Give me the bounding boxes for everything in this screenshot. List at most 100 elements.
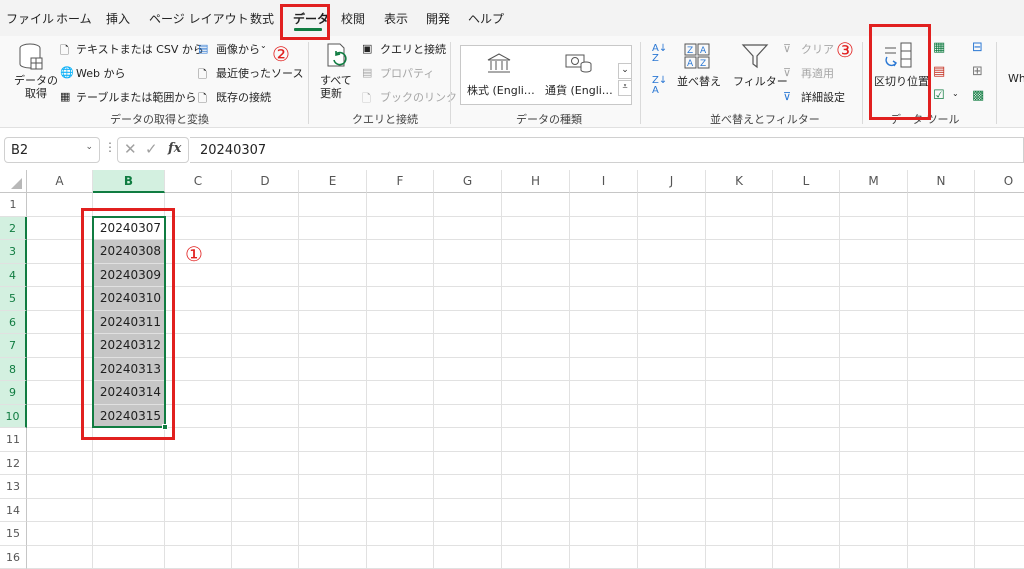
properties-button[interactable]: プロパティ [380, 65, 434, 81]
row-header-13[interactable]: 13 [0, 475, 27, 499]
column-header-j[interactable]: J [638, 170, 706, 193]
row-header-11[interactable]: 11 [0, 428, 27, 452]
row-header-8[interactable]: 8 [0, 357, 27, 381]
column-header-l[interactable]: L [773, 170, 840, 193]
column-header-o[interactable]: O [975, 170, 1024, 193]
tab-formulas[interactable]: 数式 [250, 10, 274, 27]
svg-text:A: A [687, 59, 694, 69]
tab-insert[interactable]: 挿入 [106, 10, 130, 27]
refresh-icon [327, 43, 347, 67]
sort-asc-icon[interactable]: A↓ Z [652, 44, 667, 64]
gridline [298, 193, 299, 569]
row-header-14[interactable]: 14 [0, 498, 27, 522]
remove-duplicates-icon[interactable]: ▤ [933, 64, 945, 79]
chevron-down-icon[interactable]: ⌄ [85, 142, 93, 152]
edit-links-button[interactable]: ブックのリンク [380, 89, 457, 105]
column-header-f[interactable]: F [367, 170, 434, 193]
from-text-csv-button[interactable]: テキストまたは CSV から [76, 41, 204, 57]
column-header-m[interactable]: M [840, 170, 908, 193]
from-table-button[interactable]: テーブルまたは範囲から [76, 89, 196, 105]
more-options-icon[interactable]: ⋮ [104, 140, 116, 154]
row-header-5[interactable]: 5 [0, 287, 27, 311]
row-header-15[interactable]: 15 [0, 522, 27, 546]
confirm-icon[interactable]: ✓ [145, 140, 158, 158]
queries-icon: ▣ [362, 42, 373, 55]
get-data-label: データの 取得 [14, 74, 58, 100]
sort-label: 並べ替え [677, 75, 721, 88]
column-header-c[interactable]: C [165, 170, 232, 193]
row-header-6[interactable]: 6 [0, 310, 27, 334]
gridline [27, 474, 1024, 475]
edit-links-icon: 🗋 [362, 92, 371, 105]
advanced-filter-icon: ⊽ [783, 90, 792, 103]
gallery-scroll-down[interactable]: ⌄ [618, 63, 632, 79]
insert-function-icon[interactable]: fx [168, 141, 181, 156]
from-picture-button[interactable]: 画像から [216, 41, 260, 57]
queries-connections-button[interactable]: クエリと接続 [380, 41, 446, 57]
data-validation-icon[interactable]: ☑ [933, 88, 945, 103]
chevron-down-icon[interactable]: ⌄ [260, 41, 267, 50]
column-header-e[interactable]: E [299, 170, 367, 193]
gridline [366, 193, 367, 569]
existing-connections-button[interactable]: 既存の接続 [216, 89, 271, 105]
gridline [27, 286, 1024, 287]
formula-buttons: ✕ ✓ fx [117, 137, 189, 163]
row-header-10[interactable]: 10 [0, 404, 27, 428]
row-header-16[interactable]: 16 [0, 545, 27, 569]
column-header-i[interactable]: I [570, 170, 638, 193]
group-separator [308, 42, 309, 124]
column-header-a[interactable]: A [27, 170, 93, 193]
row-header-4[interactable]: 4 [0, 263, 27, 287]
flash-fill-icon[interactable]: ▦ [933, 40, 945, 55]
data-model-icon[interactable]: ▩ [972, 88, 984, 103]
clear-button[interactable]: クリア [801, 41, 834, 57]
name-box[interactable]: B2 ⌄ [4, 137, 100, 163]
row-header-2[interactable]: 2 [0, 216, 27, 240]
chevron-down-icon[interactable]: ⌄ [952, 89, 959, 98]
advanced-button[interactable]: 詳細設定 [801, 89, 845, 105]
column-header-d[interactable]: D [232, 170, 299, 193]
row-header-12[interactable]: 12 [0, 451, 27, 475]
gridline [433, 193, 434, 569]
formula-input[interactable]: 20240307 [190, 137, 1024, 163]
gridline [27, 356, 1024, 358]
annotation-marker-2: ② [272, 42, 290, 66]
annotation-marker-3: ③ [836, 38, 854, 62]
tab-developer[interactable]: 開発 [426, 10, 450, 27]
gridline [27, 521, 1024, 522]
clear-filter-icon: ⊽ [783, 42, 792, 55]
sort-icon: ZA AZ [684, 43, 710, 69]
tab-review[interactable]: 校閲 [341, 10, 365, 27]
group-separator [862, 42, 863, 124]
select-all-corner[interactable] [0, 170, 27, 193]
row-header-9[interactable]: 9 [0, 381, 27, 405]
reapply-button[interactable]: 再適用 [801, 65, 834, 81]
gridline [637, 193, 638, 569]
from-web-button[interactable]: Web から [76, 65, 125, 81]
row-header-1[interactable]: 1 [0, 193, 27, 217]
overflow-label: Wh [1008, 72, 1024, 85]
sort-desc-icon[interactable]: Z↓ A [652, 76, 667, 96]
tab-help[interactable]: ヘルプ [468, 10, 504, 27]
row-header-7[interactable]: 7 [0, 334, 27, 358]
group-separator [640, 42, 641, 124]
column-header-n[interactable]: N [908, 170, 975, 193]
gridline [27, 544, 1024, 546]
column-header-k[interactable]: K [706, 170, 773, 193]
recent-sources-button[interactable]: 最近使ったソース [216, 65, 303, 81]
consolidate-icon[interactable]: ⊟ [972, 40, 983, 55]
row-header-3[interactable]: 3 [0, 240, 27, 264]
relationships-icon[interactable]: ⊞ [972, 64, 983, 79]
cancel-icon[interactable]: ✕ [124, 140, 137, 158]
database-icon [19, 43, 43, 70]
column-header-g[interactable]: G [434, 170, 502, 193]
reapply-icon: ⊽ [783, 66, 792, 79]
tab-view[interactable]: 表示 [384, 10, 408, 27]
tab-file[interactable]: ファイル [6, 10, 54, 27]
column-header-h[interactable]: H [502, 170, 570, 193]
formula-bar: B2 ⌄ ⋮ ✕ ✓ fx 20240307 [0, 128, 1024, 170]
tab-page-layout[interactable]: ページ レイアウト [149, 10, 249, 27]
gallery-expand[interactable]: ⩡ [618, 80, 632, 96]
tab-home[interactable]: ホーム [56, 10, 92, 27]
column-header-b[interactable]: B [93, 170, 165, 193]
